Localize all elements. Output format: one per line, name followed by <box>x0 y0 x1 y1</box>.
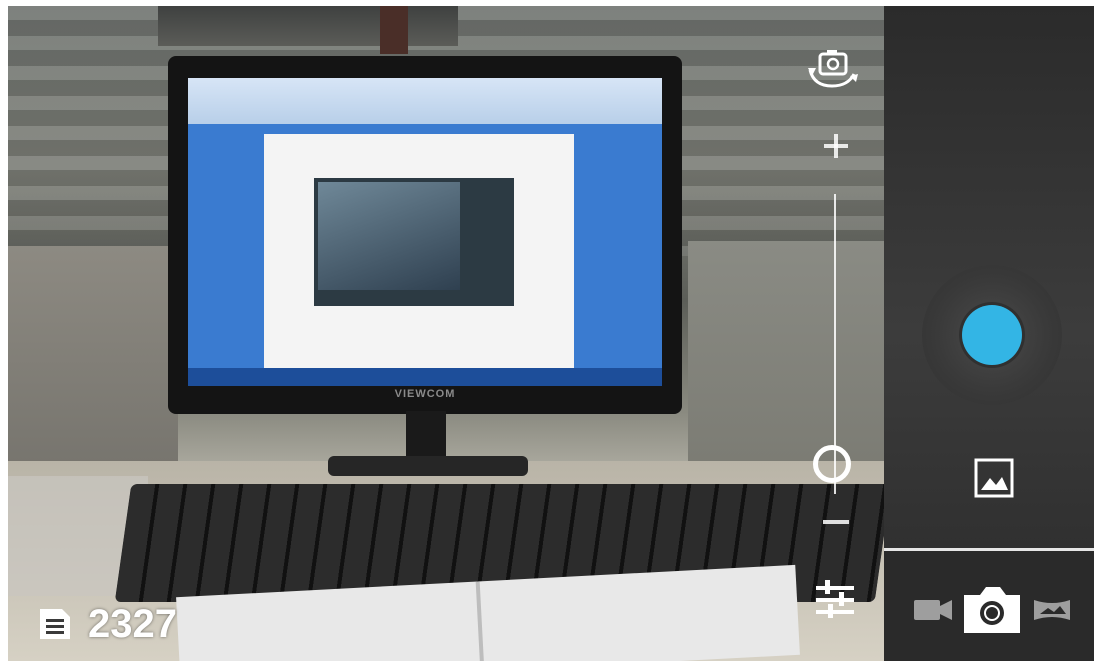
control-panel <box>884 6 1094 661</box>
mode-switcher <box>884 551 1094 661</box>
preview-monitor-screen <box>188 78 662 386</box>
preview-monitor-base <box>328 456 528 476</box>
preview-ceiling <box>158 6 458 46</box>
zoom-out-icon[interactable] <box>823 520 849 524</box>
switch-camera-icon[interactable] <box>804 46 860 92</box>
preview-document-image <box>314 178 514 306</box>
preview-monitor: VIEWCOM <box>168 56 682 414</box>
zoom-in-icon[interactable] <box>822 132 850 160</box>
shutter-button[interactable] <box>962 305 1022 365</box>
preview-ribbon <box>188 78 662 124</box>
preview-document-page <box>264 134 574 386</box>
remaining-shots-count: 2327 <box>88 601 177 646</box>
monitor-brand-label: VIEWCOM <box>394 388 456 400</box>
camera-icon[interactable] <box>960 581 1024 637</box>
preview-document-image-content <box>318 182 460 290</box>
video-camera-icon[interactable] <box>912 596 954 624</box>
preview-notebook-spine <box>475 581 485 661</box>
camera-app: VIEWCOM 2327 <box>8 6 1094 661</box>
preview-partition <box>688 241 884 491</box>
preview-taskbar <box>188 368 662 386</box>
sliders-icon[interactable] <box>812 576 858 620</box>
remaining-shots: 2327 <box>36 601 177 647</box>
zoom-slider-thumb[interactable] <box>813 445 851 483</box>
viewfinder[interactable]: VIEWCOM 2327 <box>8 6 884 661</box>
gallery-thumbnail-icon[interactable] <box>974 458 1014 498</box>
document-icon <box>36 605 74 643</box>
preview-pillar <box>380 6 408 54</box>
shutter-ring <box>922 265 1062 405</box>
panorama-icon[interactable] <box>1032 596 1072 624</box>
